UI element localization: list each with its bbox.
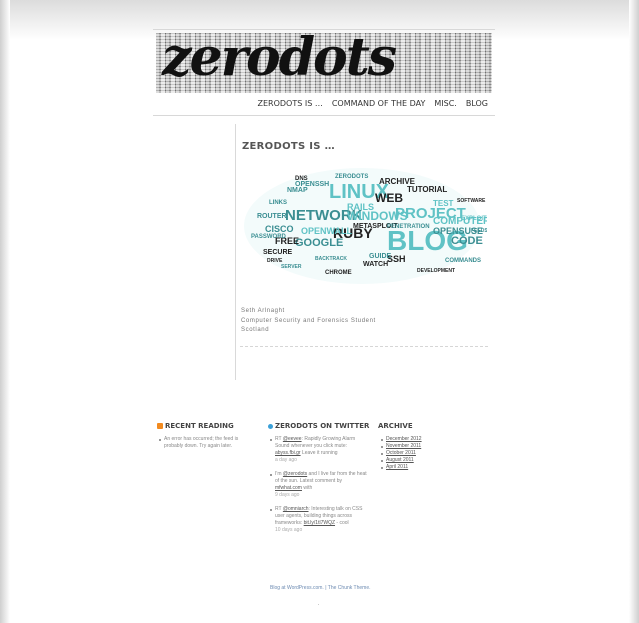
nav-item-blog[interactable]: BLOG <box>466 99 488 113</box>
site-logo[interactable]: zerodots <box>162 33 397 88</box>
tweet-mention[interactable]: @zerodots <box>283 471 307 477</box>
list-item: An error has occurred; the feed is proba… <box>158 436 248 450</box>
tweet-time[interactable]: 10 days ago <box>275 527 369 534</box>
tag-cloud-word-secure[interactable]: SECURE <box>263 249 293 256</box>
tweet-time[interactable]: 9 days ago <box>275 492 369 499</box>
tag-cloud-word-zerodots[interactable]: ZERODOTS <box>335 174 368 180</box>
tag-cloud-word-penetration[interactable]: PENETRATION <box>387 224 430 230</box>
tweet-mention[interactable]: @omniarch <box>283 506 309 512</box>
site-banner[interactable]: ∞ zerodots <box>156 33 492 93</box>
tag-cloud-word-password[interactable]: PASSWORD <box>251 234 287 240</box>
tag-cloud-word-cisco[interactable]: CISCO <box>265 224 294 234</box>
tag-cloud-word-test[interactable]: TEST <box>433 199 454 208</box>
tag-cloud-word-exploit[interactable]: EXPLOIT <box>461 216 487 222</box>
nav-item-zerodots-is[interactable]: ZERODOTS IS … <box>257 99 322 113</box>
archive-item[interactable]: November 2011 <box>380 443 450 450</box>
banner-decoration: ∞ <box>486 33 492 93</box>
tag-cloud-word-openwall[interactable]: OPENWALL <box>301 226 353 236</box>
sidebar-divider <box>235 124 236 380</box>
nav-item-misc[interactable]: MISC. <box>434 99 456 113</box>
archive-link[interactable]: October 2011 <box>386 450 416 456</box>
recent-reading-title: RECENT READING <box>157 422 234 430</box>
tweet-time[interactable]: a day ago <box>275 457 369 464</box>
archive-list: December 2012 November 2011 October 2011… <box>380 436 450 471</box>
archive-item[interactable]: December 2012 <box>380 436 450 443</box>
header-divider <box>153 29 495 30</box>
tag-cloud-word-rails[interactable]: RAILS <box>347 202 374 212</box>
recent-reading-label: RECENT READING <box>165 422 234 430</box>
right-shadow <box>629 0 639 623</box>
archive-item[interactable]: October 2011 <box>380 450 450 457</box>
tweet-text-tail: Leave it running <box>300 450 338 456</box>
nav-divider <box>153 115 495 116</box>
author-role: Computer Security and Forensics Student <box>241 318 376 324</box>
twitter-title: ZERODOTS ON TWITTER <box>268 422 369 430</box>
recent-reading-list: An error has occurred; the feed is proba… <box>158 436 248 450</box>
tag-cloud-word-router[interactable]: ROUTER <box>257 213 287 220</box>
tag-cloud-word-google[interactable]: GOOGLE <box>295 237 343 249</box>
tag-cloud-word-software[interactable]: SOFTWARE <box>457 198 486 204</box>
archive-link[interactable]: August 2011 <box>386 457 414 463</box>
tag-cloud-word-watch[interactable]: WATCH <box>363 261 388 268</box>
archive-title: ARCHIVE <box>378 422 413 430</box>
tweet-text-tail: with <box>301 485 313 491</box>
tag-cloud-word-web[interactable]: WEB <box>375 191 403 205</box>
archive-label: ARCHIVE <box>378 422 413 430</box>
tag-cloud-word-chrome[interactable]: CHROME <box>325 270 352 276</box>
rss-icon[interactable] <box>157 423 163 429</box>
tweet-link[interactable]: mfwhat.com <box>275 485 302 491</box>
archive-link[interactable]: April 2011 <box>386 464 408 470</box>
tweet-prefix: RT <box>275 506 283 512</box>
main-nav: ZERODOTS IS … COMMAND OF THE DAY MISC. B… <box>257 99 488 113</box>
tweet-mention[interactable]: @eevee <box>283 436 302 442</box>
footer-credit[interactable]: Blog at WordPress.com. | The Chunk Theme… <box>270 585 371 591</box>
tweet-prefix: RT <box>275 436 283 442</box>
post-divider <box>240 346 488 347</box>
tag-cloud: LINUXBLOGNETWORKARCHIVEWEBRUBYWINDOWSPRO… <box>244 168 487 284</box>
tag-cloud-word-dns[interactable]: DNS <box>295 176 308 182</box>
tag-cloud-word-backtrack[interactable]: BACKTRACK <box>315 256 347 262</box>
tweet-text-tail: - cool <box>335 520 349 526</box>
tag-cloud-word-links[interactable]: LINKS <box>269 200 287 206</box>
tweet-item: RT @eevee: Rapidly Growing Alarm Sound w… <box>269 436 369 464</box>
nav-item-command-of-the-day[interactable]: COMMAND OF THE DAY <box>332 99 426 113</box>
twitter-label: ZERODOTS ON TWITTER <box>275 422 370 430</box>
author-location: Scotland <box>241 327 270 333</box>
tag-cloud-word-server[interactable]: SERVER <box>281 264 302 270</box>
page-title: ZERODOTS IS … <box>242 141 335 152</box>
tag-cloud-word-guide[interactable]: GUIDE <box>369 253 392 260</box>
tweet-link[interactable]: abyss.fbi.gr <box>275 450 301 456</box>
archive-item[interactable]: August 2011 <box>380 457 450 464</box>
tag-cloud-word-feeds[interactable]: FEEDS <box>471 228 487 234</box>
tag-cloud-word-tutorial[interactable]: TUTORIAL <box>407 185 447 194</box>
tag-cloud-word-nmap[interactable]: NMAP <box>287 187 308 194</box>
tweet-item: I'm @zerodots and I live far from the he… <box>269 471 369 499</box>
tweet-prefix: I'm <box>275 471 283 477</box>
archive-link[interactable]: December 2012 <box>386 436 422 442</box>
tweet-item: RT @omniarch: Interesting talk on CSS us… <box>269 506 369 534</box>
tweet-list: RT @eevee: Rapidly Growing Alarm Sound w… <box>269 436 369 534</box>
tag-cloud-word-code[interactable]: CODE <box>451 235 483 247</box>
tag-cloud-word-development[interactable]: DEVELOPMENT <box>417 268 455 274</box>
author-name: Seth Arlnaght <box>241 308 285 314</box>
tweet-link[interactable]: bit.ly/1tl7WQZ <box>304 520 335 526</box>
archive-item[interactable]: April 2011 <box>380 464 450 471</box>
footer-dot: . <box>318 601 320 607</box>
archive-link[interactable]: November 2011 <box>386 443 421 449</box>
tag-cloud-word-commands[interactable]: COMMANDS <box>445 258 481 264</box>
twitter-bird-icon <box>268 423 273 429</box>
left-shadow <box>0 0 10 623</box>
